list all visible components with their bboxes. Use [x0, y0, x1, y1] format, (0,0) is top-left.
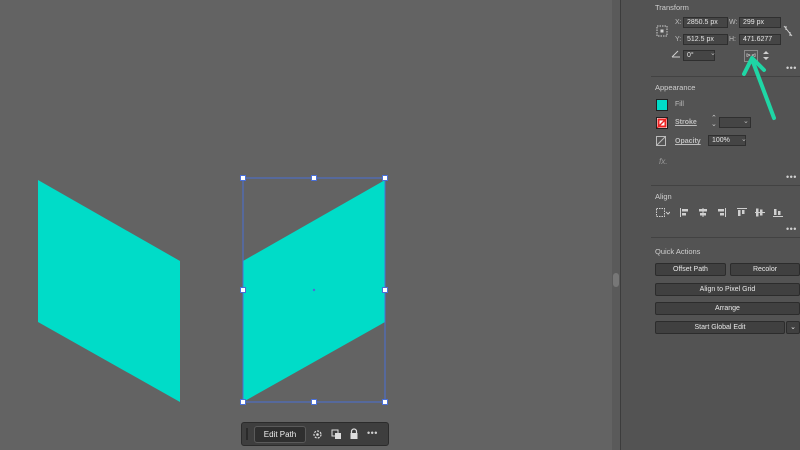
- section-divider: [651, 185, 800, 186]
- stroke-weight-stepper-icon[interactable]: ⌃ ⌄: [711, 115, 717, 128]
- reference-point-icon[interactable]: [656, 25, 668, 37]
- vertical-scrollbar[interactable]: [612, 0, 620, 450]
- handle-middle-left[interactable]: [240, 287, 246, 293]
- x-field[interactable]: 2850.5 px: [683, 17, 728, 28]
- fill-swatch[interactable]: [656, 99, 668, 111]
- rotate-angle-icon: [671, 50, 680, 58]
- align-more-options-icon[interactable]: •••: [786, 224, 797, 234]
- fx-effects-icon[interactable]: fx.: [659, 157, 667, 166]
- align-right-icon[interactable]: [716, 208, 726, 217]
- align-left-icon[interactable]: [680, 208, 690, 217]
- handle-bottom-right[interactable]: [382, 399, 388, 405]
- contextual-task-bar: Edit Path •••: [241, 422, 389, 446]
- opacity-dropdown-icon[interactable]: ⌄: [741, 135, 747, 143]
- handle-bottom-middle[interactable]: [311, 399, 317, 405]
- align-to-selection-icon[interactable]: [656, 208, 670, 218]
- transform-more-options-icon[interactable]: •••: [786, 63, 797, 73]
- duplicate-icon[interactable]: [331, 429, 342, 440]
- selection-center-point: [312, 288, 316, 292]
- section-divider: [651, 237, 800, 238]
- align-top-icon[interactable]: [737, 208, 747, 217]
- left-parallelogram-shape[interactable]: [38, 180, 180, 402]
- appearance-more-options-icon[interactable]: •••: [786, 172, 797, 182]
- arrange-button[interactable]: Arrange: [655, 302, 800, 315]
- start-global-edit-button[interactable]: Start Global Edit: [655, 321, 785, 334]
- align-bottom-icon[interactable]: [773, 208, 783, 217]
- opacity-label[interactable]: Opacity: [675, 138, 701, 145]
- transform-section-title: Transform: [655, 3, 689, 12]
- quick-actions-section-title: Quick Actions: [655, 247, 701, 256]
- fill-label: Fill: [675, 101, 684, 108]
- x-label: X:: [675, 19, 682, 26]
- align-section-title: Align: [655, 192, 672, 201]
- properties-panel: Transform X: 2850.5 px W: 299 px Y: 512.…: [620, 0, 800, 450]
- stroke-label[interactable]: Stroke: [675, 119, 697, 126]
- opacity-icon: [656, 136, 666, 146]
- handle-top-left[interactable]: [240, 175, 246, 181]
- constrain-proportions-link-icon[interactable]: [783, 25, 793, 37]
- y-field[interactable]: 512.5 px: [683, 34, 728, 45]
- handle-top-middle[interactable]: [311, 175, 317, 181]
- y-label: Y:: [675, 36, 682, 43]
- w-field[interactable]: 299 px: [739, 17, 781, 28]
- stroke-swatch[interactable]: [656, 117, 668, 129]
- stroke-weight-dropdown-icon[interactable]: ⌄: [743, 117, 749, 125]
- handle-top-right[interactable]: [382, 175, 388, 181]
- h-field[interactable]: 471.6277: [739, 34, 781, 45]
- global-edit-options-dropdown[interactable]: ⌄: [786, 321, 800, 334]
- edit-path-button[interactable]: Edit Path: [254, 426, 306, 443]
- recolor-button[interactable]: Recolor: [730, 263, 800, 276]
- angle-dropdown-chevron-icon[interactable]: ⌄: [710, 49, 716, 57]
- offset-path-button[interactable]: Offset Path: [655, 263, 726, 276]
- stroke-none-icon: [657, 118, 667, 128]
- drag-grip-icon[interactable]: [246, 428, 248, 440]
- align-to-pixel-grid-button[interactable]: Align to Pixel Grid: [655, 283, 800, 296]
- green-annotation-arrow: [742, 56, 776, 120]
- lock-icon[interactable]: [349, 428, 359, 440]
- more-options-icon[interactable]: •••: [367, 428, 378, 438]
- settings-gear-icon[interactable]: [312, 429, 323, 440]
- handle-middle-right[interactable]: [382, 287, 388, 293]
- h-label: H:: [729, 36, 736, 43]
- w-label: W:: [729, 19, 738, 26]
- artboard-canvas[interactable]: Edit Path •••: [0, 0, 612, 450]
- canvas-artwork: [38, 177, 386, 403]
- align-vertical-center-icon[interactable]: [755, 208, 765, 217]
- appearance-section-title: Appearance: [655, 83, 696, 92]
- scrollbar-thumb[interactable]: [613, 273, 619, 287]
- align-horizontal-center-icon[interactable]: [698, 208, 708, 217]
- handle-bottom-left[interactable]: [240, 399, 246, 405]
